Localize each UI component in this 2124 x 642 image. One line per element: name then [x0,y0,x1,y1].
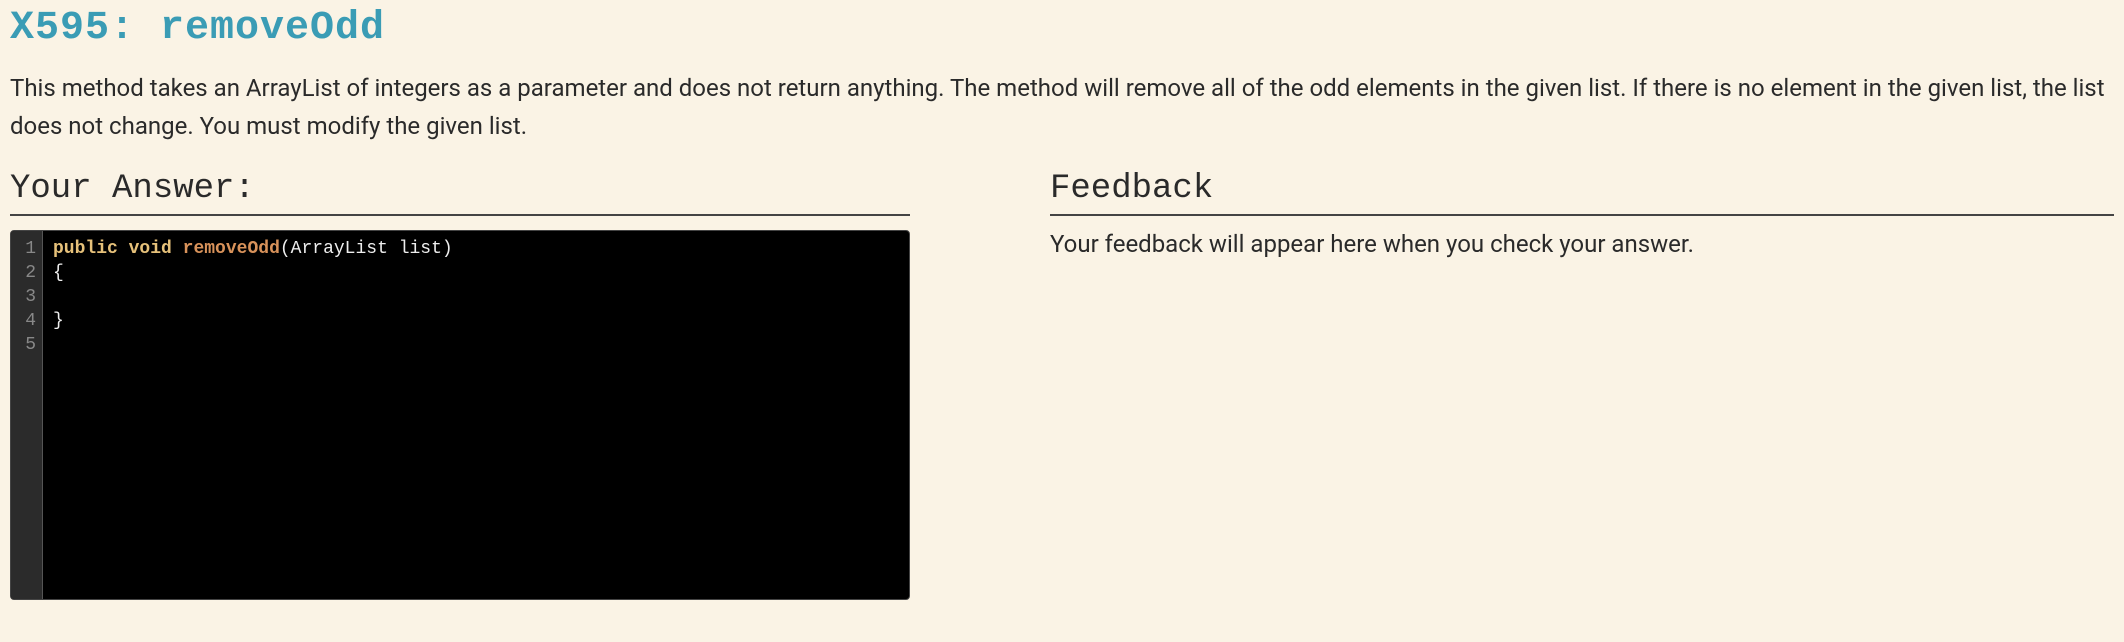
problem-description: This method takes an ArrayList of intege… [10,69,2110,146]
code-gutter: 12345 [11,231,43,599]
code-line[interactable]: public void removeOdd(ArrayList list) [53,237,899,261]
feedback-text: Your feedback will appear here when you … [1050,230,2114,258]
code-line[interactable] [53,285,899,309]
code-editor[interactable]: 12345 public void removeOdd(ArrayList li… [10,230,910,600]
problem-title: X595: removeOdd [10,6,2114,51]
code-line[interactable] [53,333,899,357]
code-line[interactable]: { [53,261,899,285]
answer-heading: Your Answer: [10,170,910,216]
main-columns: Your Answer: 12345 public void removeOdd… [10,170,2114,600]
code-token: } [53,311,64,331]
feedback-column: Feedback Your feedback will appear here … [1050,170,2114,600]
code-token: public [53,239,118,259]
code-token: removeOdd [183,239,280,259]
line-number: 2 [21,261,36,285]
code-area[interactable]: public void removeOdd(ArrayList list){ } [43,231,909,599]
code-token: void [129,239,172,259]
feedback-heading: Feedback [1050,170,2114,216]
code-token: (ArrayList list) [280,239,453,259]
code-token: { [53,263,64,283]
answer-column: Your Answer: 12345 public void removeOdd… [10,170,910,600]
line-number: 5 [21,333,36,357]
code-token [172,239,183,259]
line-number: 1 [21,237,36,261]
code-token [118,239,129,259]
code-line[interactable]: } [53,309,899,333]
line-number: 3 [21,285,36,309]
line-number: 4 [21,309,36,333]
